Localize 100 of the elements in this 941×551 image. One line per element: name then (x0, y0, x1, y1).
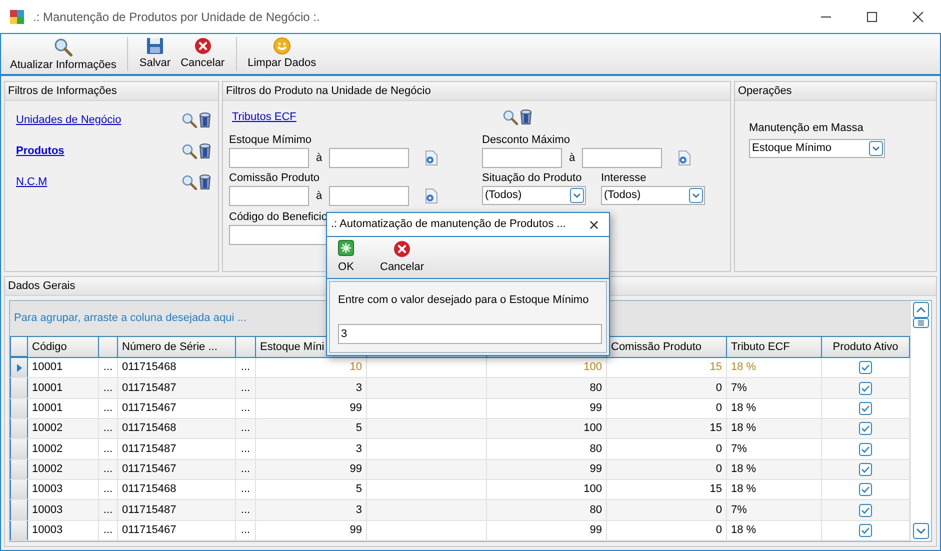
scroll-down-icon[interactable] (913, 523, 929, 539)
table-cell: 7% (727, 500, 822, 520)
window-icon (9, 8, 25, 24)
input-field[interactable] (482, 148, 562, 168)
range-separator: à (315, 150, 324, 166)
cell-button[interactable]: ... (99, 358, 118, 378)
cylinder-icon[interactable] (198, 174, 212, 190)
row-indicator[interactable] (10, 480, 28, 500)
checkbox[interactable] (859, 524, 872, 537)
row-indicator[interactable] (10, 460, 28, 480)
checkbox[interactable] (859, 442, 872, 456)
table-cell: 10001 (28, 398, 99, 418)
cylinder-icon[interactable] (198, 112, 212, 128)
cell-button[interactable]: ... (99, 398, 118, 418)
row-indicator[interactable] (10, 520, 28, 540)
table-cell: 3 (256, 439, 367, 459)
toolbar-button[interactable]: Salvar (134, 34, 176, 74)
table-cell: 18 % (727, 358, 822, 378)
table-cell: 011715487 (118, 378, 236, 398)
table-cell: 3 (256, 378, 367, 398)
cylinder-icon[interactable] (198, 143, 212, 159)
row-indicator[interactable] (10, 439, 28, 459)
search-icon[interactable] (181, 174, 197, 190)
cylinder-icon[interactable] (519, 109, 533, 125)
cell-button[interactable]: ... (236, 419, 256, 438)
input-field[interactable] (229, 148, 309, 168)
cell-button[interactable]: ... (99, 460, 118, 480)
cell-button[interactable]: ... (99, 378, 118, 398)
checkbox[interactable] (859, 462, 872, 476)
search-icon[interactable] (502, 109, 518, 125)
filter-link[interactable]: Produtos (16, 142, 64, 160)
field-label: Desconto Máximo (482, 133, 570, 148)
column-header[interactable] (236, 336, 256, 358)
scroll-up-icon[interactable] (913, 302, 929, 318)
checkbox[interactable] (859, 422, 872, 436)
column-header[interactable]: Número de Série ... (118, 336, 236, 358)
document-icon[interactable] (677, 150, 692, 166)
cell-button[interactable]: ... (236, 358, 256, 378)
input-field[interactable] (329, 148, 410, 168)
cell-button[interactable]: ... (236, 500, 256, 520)
dropdown[interactable]: (Todos) (482, 186, 586, 205)
filter-link[interactable]: N.C.M (16, 174, 48, 190)
column-header[interactable]: Código (28, 336, 99, 358)
table-cell: 5 (256, 480, 367, 500)
cancel-icon (393, 240, 412, 258)
table-cell: 99 (256, 520, 367, 540)
dropdown[interactable]: (Todos) (601, 186, 705, 205)
checkbox[interactable] (859, 361, 872, 374)
column-header[interactable]: Comissão Produto (607, 336, 727, 358)
row-indicator[interactable] (10, 500, 28, 520)
cell-button[interactable]: ... (99, 419, 118, 438)
cell-button[interactable]: ... (99, 520, 118, 540)
table-cell: 80 (487, 500, 607, 520)
toolbar-button[interactable]: OK (333, 237, 359, 278)
row-indicator[interactable] (10, 419, 28, 438)
field-label: Manutenção em Massa (749, 121, 864, 136)
input-field[interactable] (329, 186, 410, 206)
checkbox[interactable] (859, 504, 872, 517)
input-field[interactable] (229, 186, 309, 206)
cell-button[interactable]: ... (236, 378, 256, 398)
dropdown[interactable]: Estoque Mínimo (749, 138, 885, 158)
table-cell: 100 (487, 480, 607, 500)
toolbar-button[interactable]: Limpar Dados (242, 34, 322, 74)
document-icon[interactable] (424, 150, 438, 166)
toolbar-button[interactable]: Cancelar (176, 34, 230, 74)
cell-button[interactable]: ... (99, 500, 118, 520)
toolbar-button[interactable]: Atualizar Informações (5, 34, 122, 74)
column-header[interactable] (99, 336, 118, 358)
search-icon[interactable] (181, 112, 197, 128)
document-icon[interactable] (424, 188, 438, 204)
cell-button[interactable]: ... (236, 460, 256, 480)
cell-button[interactable]: ... (236, 480, 256, 500)
row-indicator[interactable] (10, 398, 28, 418)
row-indicator[interactable] (10, 358, 28, 378)
close-icon[interactable] (912, 10, 924, 22)
table-cell: 10003 (28, 480, 99, 500)
maximize-icon[interactable] (866, 10, 878, 22)
checkbox[interactable] (859, 483, 872, 496)
table-cell: 3 (256, 500, 367, 520)
range-separator: à (315, 188, 324, 204)
value-input-field[interactable]: 3 (338, 324, 602, 344)
cell-button[interactable]: ... (236, 439, 256, 459)
search-icon[interactable] (181, 143, 197, 159)
filter-link[interactable]: Unidades de Negócio (16, 112, 122, 128)
cell-button[interactable]: ... (236, 398, 256, 418)
smiley-icon (272, 37, 291, 55)
scroll-thumb-icon[interactable] (913, 318, 929, 328)
filter-link[interactable]: Tributos ECF (232, 108, 296, 126)
close-button[interactable]: × (579, 216, 609, 234)
cell-button[interactable]: ... (99, 480, 118, 500)
cell-button[interactable]: ... (236, 520, 256, 540)
cell-button[interactable]: ... (99, 439, 118, 459)
input-field[interactable] (582, 148, 662, 168)
checkbox[interactable] (859, 402, 872, 415)
checkbox[interactable] (859, 382, 872, 395)
column-header[interactable]: Produto Ativo (822, 336, 910, 358)
toolbar-button[interactable]: Cancelar (375, 237, 430, 278)
row-indicator[interactable] (10, 378, 28, 398)
dialog-prompt: Entre com o valor desejado para o Estoque Mínimo (338, 293, 590, 308)
column-header[interactable]: Tributo ECF (727, 336, 822, 358)
